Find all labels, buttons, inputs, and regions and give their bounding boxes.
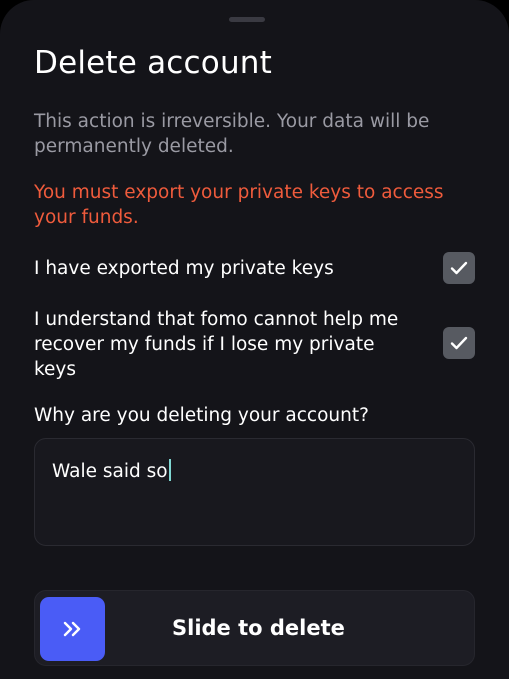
checkbox-exported-keys[interactable]: [443, 252, 475, 284]
text-caret: [168, 459, 171, 481]
page-title: Delete account: [34, 45, 273, 81]
double-chevron-right-icon: [63, 621, 80, 637]
checkmark-icon: [450, 336, 468, 350]
warning-text: You must export your private keys to acc…: [34, 182, 444, 228]
slide-to-delete-track[interactable]: Slide to delete: [34, 590, 475, 666]
check-label-understand-recovery: I understand that fomo cannot help me re…: [34, 309, 399, 380]
drag-handle[interactable]: [229, 17, 265, 22]
reason-text: Wale said so: [52, 461, 168, 482]
checkbox-understand-recovery[interactable]: [443, 327, 475, 359]
checkmark-icon: [450, 261, 468, 275]
check-label-exported-keys: I have exported my private keys: [34, 258, 334, 279]
check-row-exported-keys: I have exported my private keys: [34, 252, 475, 286]
description-text: This action is irreversible. Your data w…: [34, 111, 430, 157]
slide-to-delete-label: Slide to delete: [172, 616, 345, 640]
check-row-understand-recovery: I understand that fomo cannot help me re…: [34, 307, 475, 383]
delete-account-sheet: Delete account This action is irreversib…: [0, 0, 509, 679]
reason-question: Why are you deleting your account?: [34, 405, 369, 426]
slide-to-delete-knob[interactable]: [40, 597, 105, 661]
reason-textarea[interactable]: Wale said so: [34, 438, 475, 546]
